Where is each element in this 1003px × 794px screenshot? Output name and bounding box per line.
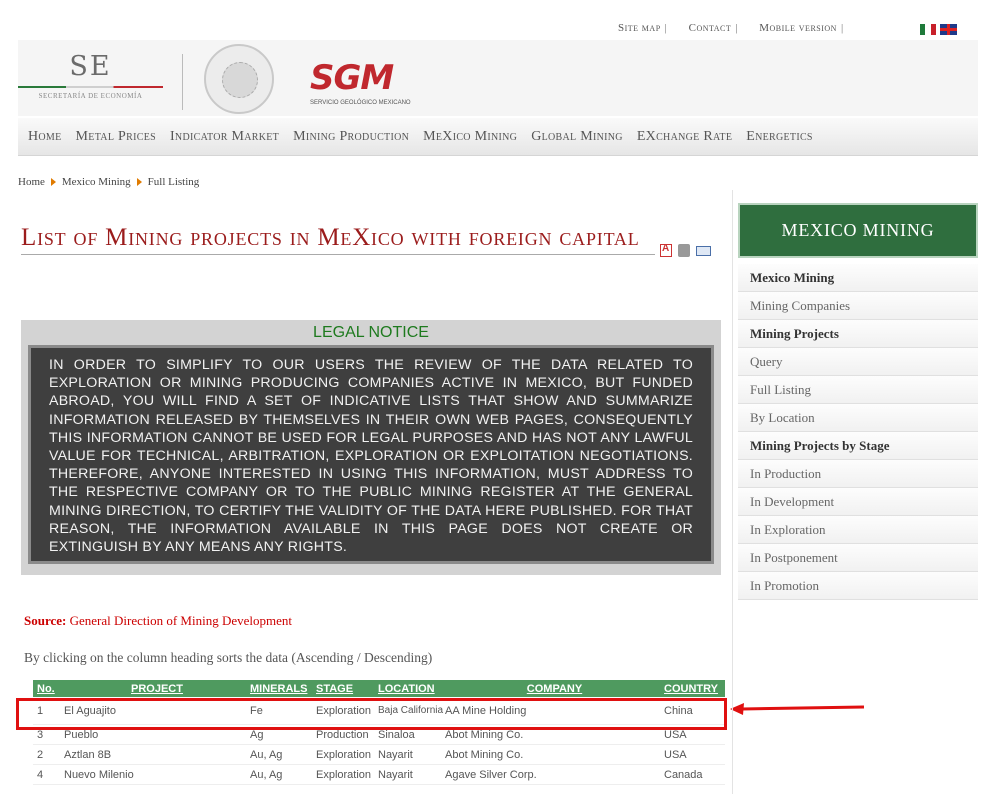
header-project[interactable]: PROJECT	[63, 683, 250, 695]
se-logo-subtitle: SECRETARÍA DE ECONOMÍA	[38, 92, 143, 100]
cell-no: 4	[37, 768, 44, 781]
cell-company: Abot Mining Co.	[445, 748, 524, 761]
nav-global-mining[interactable]: Global Mining	[531, 129, 623, 145]
cell-location: Nayarit	[378, 748, 413, 761]
cell-stage: Production	[316, 728, 369, 741]
cell-project: Nuevo Milenio	[64, 768, 134, 781]
page-tools	[660, 243, 711, 257]
sidebar-item-in-exploration[interactable]: In Exploration	[738, 516, 978, 544]
email-icon[interactable]	[696, 245, 711, 256]
separator: |	[840, 22, 844, 34]
sidebar: MEXICO MINING Mexico Mining Mining Compa…	[738, 203, 978, 600]
cell-country: USA	[664, 728, 687, 741]
breadcrumb-home[interactable]: Home	[18, 176, 45, 188]
sidebar-item-query[interactable]: Query	[738, 348, 978, 376]
nav-home[interactable]: Home	[28, 129, 62, 145]
cell-project: Pueblo	[64, 728, 99, 741]
cell-country: Canada	[664, 768, 703, 781]
cell-location: Sinaloa	[378, 728, 415, 741]
separator: |	[735, 22, 738, 34]
main-nav: Home Metal Prices Indicator Market Minin…	[18, 118, 978, 156]
breadcrumb-full-listing[interactable]: Full Listing	[148, 176, 200, 188]
sgm-logo[interactable]: SGM SERVICIO GEOLÓGICO MEXICANO	[308, 44, 428, 114]
sgm-logo-text: SGM	[310, 58, 394, 98]
mexico-flag-icon[interactable]	[920, 24, 936, 35]
legal-notice: LEGAL NOTICE IN ORDER TO SIMPLIFY TO OUR…	[21, 320, 721, 575]
pdf-icon[interactable]	[660, 243, 672, 257]
separator: |	[664, 22, 668, 34]
cell-minerals: Ag	[250, 728, 264, 741]
cell-project: Aztlan 8B	[64, 748, 112, 761]
source-line: Source: General Direction of Mining Deve…	[24, 613, 292, 629]
cell-no: 3	[37, 728, 44, 741]
sidebar-item-mexico-mining[interactable]: Mexico Mining	[738, 264, 978, 292]
header-banner: SE SECRETARÍA DE ECONOMÍA SGM SERVICIO G…	[18, 40, 978, 116]
sidebar-item-in-postponement[interactable]: In Postponement	[738, 544, 978, 572]
header-stage[interactable]: STAGE	[316, 683, 378, 695]
print-icon[interactable]	[678, 244, 690, 257]
breadcrumb: Home Mexico Mining Full Listing	[18, 176, 199, 188]
nav-mexico-mining[interactable]: MeXico Mining	[423, 129, 517, 145]
cell-location: Nayarit	[378, 768, 413, 781]
sidebar-list: Mexico Mining Mining Companies Mining Pr…	[738, 264, 978, 600]
source-label: Source:	[24, 613, 67, 628]
header-divider	[182, 54, 183, 110]
cell-stage: Exploration	[316, 748, 372, 761]
cell-stage: Exploration	[316, 768, 372, 781]
row-highlight-box	[16, 698, 727, 730]
sidebar-header: MEXICO MINING	[738, 203, 978, 258]
table-row[interactable]: 4 Nuevo Milenio Au, Ag Exploration Nayar…	[33, 765, 725, 785]
projects-table: No. PROJECT MINERALS STAGE LOCATION COMP…	[33, 680, 725, 785]
legal-notice-title: LEGAL NOTICE	[313, 324, 429, 341]
page-title: List of Mining projects in MeXico with f…	[21, 224, 655, 255]
legal-notice-box: IN ORDER TO SIMPLIFY TO OUR USERS THE RE…	[28, 345, 714, 564]
top-links: Site map | Contact | Mobile version |	[618, 22, 862, 34]
sidebar-item-mining-projects[interactable]: Mining Projects	[738, 320, 978, 348]
contact-link[interactable]: Contact	[689, 22, 732, 34]
sidebar-item-full-listing[interactable]: Full Listing	[738, 376, 978, 404]
table-header: No. PROJECT MINERALS STAGE LOCATION COMP…	[33, 680, 725, 697]
sidebar-item-mining-companies[interactable]: Mining Companies	[738, 292, 978, 320]
cell-minerals: Au, Ag	[250, 748, 283, 761]
mexico-seal-icon	[204, 44, 274, 114]
table-row[interactable]: 2 Aztlan 8B Au, Ag Exploration Nayarit A…	[33, 745, 725, 765]
header-country[interactable]: COUNTRY	[664, 683, 725, 695]
nav-exchange-rate[interactable]: EXchange Rate	[637, 129, 732, 145]
nav-metal-prices[interactable]: Metal Prices	[76, 129, 156, 145]
sidebar-rule	[732, 190, 733, 794]
cell-company: Agave Silver Corp.	[445, 768, 537, 781]
language-flags	[920, 24, 957, 35]
cell-no: 2	[37, 748, 44, 761]
header-company[interactable]: COMPANY	[445, 683, 664, 695]
legal-notice-text: IN ORDER TO SIMPLIFY TO OUR USERS THE RE…	[49, 357, 693, 556]
cell-country: USA	[664, 748, 687, 761]
se-logo[interactable]: SE SECRETARÍA DE ECONOMÍA	[18, 50, 163, 112]
sidebar-item-in-promotion[interactable]: In Promotion	[738, 572, 978, 600]
sort-note: By clicking on the column heading sorts …	[24, 650, 433, 665]
breadcrumb-arrow-icon	[50, 178, 56, 186]
sidebar-item-in-development[interactable]: In Development	[738, 488, 978, 516]
mobile-version-link[interactable]: Mobile version	[759, 22, 837, 34]
header-minerals[interactable]: MINERALS	[250, 683, 316, 695]
nav-energetics[interactable]: Energetics	[746, 129, 813, 145]
se-logo-text: SE	[69, 51, 112, 82]
header-no[interactable]: No.	[33, 683, 63, 695]
nav-mining-production[interactable]: Mining Production	[293, 129, 409, 145]
uk-flag-icon[interactable]	[940, 24, 957, 35]
header-location[interactable]: LOCATION	[378, 683, 445, 695]
sidebar-title: MEXICO MINING	[781, 220, 935, 240]
nav-indicator-market[interactable]: Indicator Market	[170, 129, 279, 145]
breadcrumb-arrow-icon	[136, 178, 142, 186]
sidebar-item-projects-by-stage[interactable]: Mining Projects by Stage	[738, 432, 978, 460]
cell-company: Abot Mining Co.	[445, 728, 524, 741]
source-link[interactable]: General Direction of Mining Development	[70, 613, 292, 628]
breadcrumb-mexico-mining[interactable]: Mexico Mining	[62, 176, 131, 188]
sidebar-item-by-location[interactable]: By Location	[738, 404, 978, 432]
sgm-logo-subtitle: SERVICIO GEOLÓGICO MEXICANO	[310, 100, 411, 106]
site-map-link[interactable]: Site map	[618, 22, 661, 34]
red-arrow-icon	[730, 703, 865, 715]
sidebar-item-in-production[interactable]: In Production	[738, 460, 978, 488]
cell-minerals: Au, Ag	[250, 768, 283, 781]
se-logo-line	[18, 86, 163, 88]
